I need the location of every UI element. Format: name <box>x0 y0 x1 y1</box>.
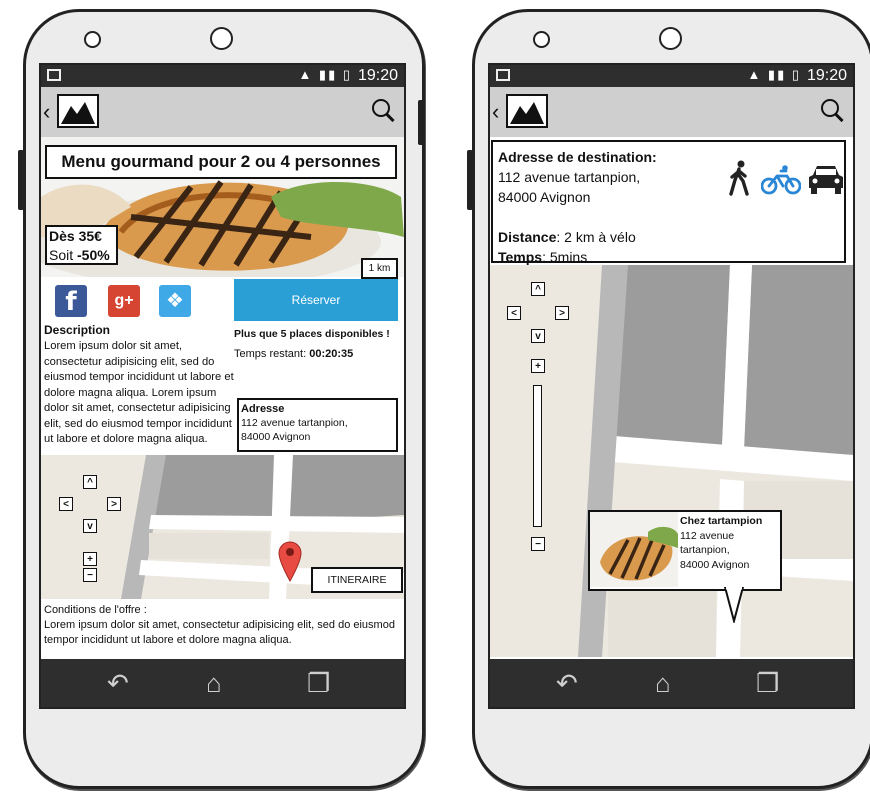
nav-bar: ↶ ⌂ ❐ <box>41 659 404 707</box>
status-bar: ▲ ▮▮ ▯ 19:20 <box>41 65 404 87</box>
signal-battery-icons: ▲ ▮▮ ▯ <box>747 67 801 82</box>
zoom-in-button[interactable]: + <box>531 359 545 373</box>
location-pin-icon[interactable] <box>278 540 302 582</box>
pan-right-button[interactable]: > <box>107 497 121 511</box>
zoom-out-button[interactable]: − <box>83 568 97 582</box>
itinerary-button[interactable]: ITINERAIRE <box>311 567 403 593</box>
itinerary-label: ITINERAIRE <box>327 574 387 586</box>
distance-label: Distance <box>498 229 557 245</box>
zoom-slider[interactable] <box>533 385 542 527</box>
pan-down-button[interactable]: v <box>531 329 545 343</box>
pan-left-button[interactable]: < <box>59 497 73 511</box>
home-nav-icon[interactable]: ⌂ <box>655 670 671 696</box>
conditions-text: Lorem ipsum dolor sit amet, consectetur … <box>44 619 395 646</box>
time-left-label: Temps restant: <box>234 348 310 360</box>
time-value: : 5mins <box>542 249 588 265</box>
image-notification-icon <box>47 69 61 81</box>
car-icon[interactable] <box>807 163 845 195</box>
address-line1: 112 avenue tartanpion, <box>241 417 348 429</box>
description-title: Description <box>44 323 111 337</box>
time-label: Temps <box>498 249 543 265</box>
popup-line1: 112 avenue <box>680 529 735 542</box>
description-text: Lorem ipsum dolor sit amet, consectetur … <box>44 339 234 451</box>
status-bar: ▲ ▮▮ ▯ 19:20 <box>490 65 853 87</box>
facebook-icon[interactable]: f <box>55 285 87 317</box>
screen-offer: ▲ ▮▮ ▯ 19:20 ‹ Menu gourmand pour 2 ou 4… <box>39 63 406 709</box>
address-box: Adresse 112 avenue tartanpion, 84000 Avi… <box>237 398 398 452</box>
side-button[interactable] <box>18 150 24 210</box>
address-title: Adresse <box>241 403 285 415</box>
status-time: 19:20 <box>806 67 847 84</box>
zoom-in-button[interactable]: + <box>83 552 97 566</box>
popup-text: Chez tartampion 112 avenue tartanpion, 8… <box>680 514 778 572</box>
popup-line2: tartanpion, <box>680 544 730 556</box>
route-map[interactable]: ^ < > v + − Chez tartampion 112 avenue t… <box>490 265 853 657</box>
dest-title: Adresse de destination: <box>498 149 657 165</box>
reserve-button[interactable]: Réserver <box>234 279 398 321</box>
destination-panel: Adresse de destination: 112 avenue tarta… <box>491 140 846 265</box>
pan-up-button[interactable]: ^ <box>531 282 545 296</box>
place-thumbnail <box>590 512 678 587</box>
recent-apps-icon[interactable]: ❐ <box>756 670 779 696</box>
back-chevron-icon[interactable]: ‹ <box>43 99 50 125</box>
price-badge: Dès 35€ Soit -50% <box>45 225 118 265</box>
discount-prefix: Soit <box>49 247 78 263</box>
twitter-icon[interactable]: ❖ <box>159 285 191 317</box>
popup-pointer <box>723 587 745 623</box>
offer-title-text: Menu gourmand pour 2 ou 4 personnes <box>61 152 381 171</box>
signal-battery-icons: ▲ ▮▮ ▯ <box>298 67 352 82</box>
screen-route: ▲ ▮▮ ▯ 19:20 ‹ Adresse de destination: 1… <box>488 63 855 709</box>
zoom-out-button[interactable]: − <box>531 537 545 551</box>
image-notification-icon <box>496 69 510 81</box>
distance-badge-text: 1 km <box>368 263 391 274</box>
app-bar: ‹ <box>41 87 404 137</box>
google-plus-icon[interactable]: g+ <box>108 285 140 317</box>
app-logo[interactable] <box>506 94 548 128</box>
bike-icon[interactable] <box>761 165 801 195</box>
side-button[interactable] <box>418 100 424 145</box>
home-nav-icon[interactable]: ⌂ <box>206 670 222 696</box>
back-chevron-icon[interactable]: ‹ <box>492 99 499 125</box>
discount-line: Soit -50% <box>49 246 116 265</box>
sensor-dot <box>533 31 550 48</box>
front-camera <box>659 27 682 50</box>
places-left: Plus que 5 places disponibles ! <box>234 328 390 340</box>
distance-value: : 2 km à vélo <box>556 229 636 245</box>
conditions: Conditions de l'offre : Lorem ipsum dolo… <box>44 603 400 648</box>
pan-right-button[interactable]: > <box>555 306 569 320</box>
reserve-button-label: Réserver <box>291 293 341 307</box>
app-logo[interactable] <box>57 94 99 128</box>
pan-left-button[interactable]: < <box>507 306 521 320</box>
map-view[interactable]: ^ < > v + − ITINERAIRE <box>41 455 404 599</box>
app-bar: ‹ <box>490 87 853 137</box>
conditions-title: Conditions de l'offre : <box>44 604 147 616</box>
address-line2: 84000 Avignon <box>241 431 311 443</box>
walk-icon[interactable] <box>727 160 751 196</box>
front-camera <box>210 27 233 50</box>
price-from: Dès 35€ <box>49 228 102 244</box>
nav-bar: ↶ ⌂ ❐ <box>490 659 853 707</box>
search-icon[interactable] <box>821 99 839 117</box>
side-button[interactable] <box>467 150 473 210</box>
status-time: 19:20 <box>357 67 398 84</box>
sensor-dot <box>84 31 101 48</box>
pan-up-button[interactable]: ^ <box>83 475 97 489</box>
distance-row: Distance: 2 km à vélo <box>498 227 839 247</box>
time-left: Temps restant: 00:20:35 <box>234 347 353 362</box>
place-popup[interactable]: Chez tartampion 112 avenue tartanpion, 8… <box>588 510 782 591</box>
pan-down-button[interactable]: v <box>83 519 97 533</box>
recent-apps-icon[interactable]: ❐ <box>307 670 330 696</box>
popup-line3: 84000 Avignon <box>680 558 750 571</box>
time-left-value: 00:20:35 <box>309 348 354 360</box>
time-row: Temps: 5mins <box>498 247 839 267</box>
distance-badge: 1 km <box>361 258 398 279</box>
back-nav-icon[interactable]: ↶ <box>107 670 129 696</box>
description-body: Lorem ipsum dolor sit amet, consectetur … <box>44 340 234 445</box>
discount-value: -50% <box>77 247 110 263</box>
back-nav-icon[interactable]: ↶ <box>556 670 578 696</box>
offer-title: Menu gourmand pour 2 ou 4 personnes <box>45 145 397 179</box>
popup-name: Chez tartampion <box>680 515 763 527</box>
search-icon[interactable] <box>372 99 390 117</box>
